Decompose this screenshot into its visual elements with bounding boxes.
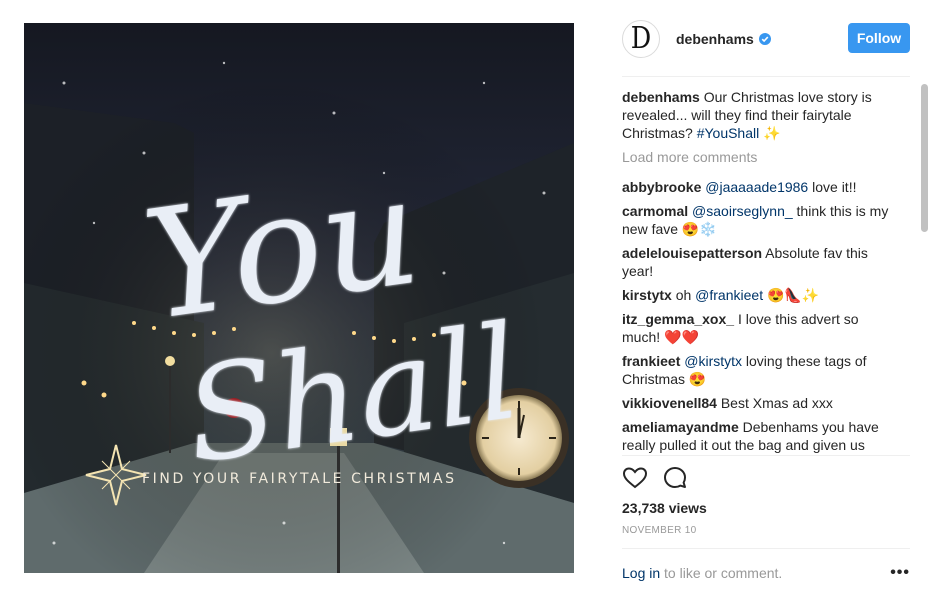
comment-username[interactable]: itz_gemma_xox_: [622, 311, 734, 327]
scrollbar-thumb[interactable]: [921, 84, 928, 232]
comment-username[interactable]: vikkiovenell84: [622, 395, 717, 411]
heart-icon[interactable]: [622, 465, 648, 491]
comments-list: debenhams Our Christmas love story is re…: [622, 88, 900, 454]
comment-username[interactable]: carmomal: [622, 203, 688, 219]
caption-emoji: ✨: [763, 125, 781, 141]
post-sidebar: D debenhams Follow debenhams Our Christm…: [574, 0, 934, 596]
comment: abbybrooke @jaaaaade1986 love it!!: [622, 178, 900, 196]
caption-hashtag[interactable]: #YouShall: [697, 125, 760, 141]
follow-button[interactable]: Follow: [848, 23, 910, 53]
username[interactable]: debenhams: [676, 31, 754, 47]
comment: itz_gemma_xox_ I love this advert so muc…: [622, 310, 900, 346]
avatar-letter: D: [630, 20, 652, 56]
comment-text: 😍👠✨: [766, 287, 820, 303]
post-header: D debenhams Follow: [622, 17, 910, 60]
actions-divider: [622, 455, 910, 456]
comment: carmomal @saoirseglynn_ think this is my…: [622, 202, 900, 238]
comment-mention[interactable]: @kirstytx: [684, 353, 742, 369]
comment-text: Best Xmas ad xxx: [720, 395, 833, 411]
comment-username[interactable]: frankieet: [622, 353, 680, 369]
avatar[interactable]: D: [622, 19, 660, 58]
comment: kirstytx oh @frankieet 😍👠✨: [622, 286, 900, 304]
comment-mention[interactable]: @saoirseglynn_: [692, 203, 793, 219]
load-more-comments[interactable]: Load more comments: [622, 148, 900, 166]
view-count: 23,738 views: [622, 500, 707, 516]
footer-divider: [622, 548, 910, 549]
login-link[interactable]: Log in: [622, 565, 660, 581]
comment: ameliamayandme Debenhams you have really…: [622, 418, 900, 454]
verified-badge-icon: [758, 32, 771, 45]
caption-username[interactable]: debenhams: [622, 89, 700, 105]
comments-scrollbar[interactable]: [921, 80, 929, 454]
caption: debenhams Our Christmas love story is re…: [622, 88, 900, 142]
comment-username[interactable]: adelelouisepatterson: [622, 245, 762, 261]
comment-text: love it!!: [812, 179, 857, 195]
post-image[interactable]: You Shall FIND YOUR FAIRYTALE CHRISTMAS: [24, 23, 574, 573]
action-bar: [622, 464, 702, 492]
login-prompt-text: to like or comment.: [660, 565, 783, 581]
more-options-icon[interactable]: •••: [890, 564, 910, 582]
comment-pretext: oh: [675, 287, 692, 303]
header-divider: [622, 76, 910, 77]
comment: vikkiovenell84 Best Xmas ad xxx: [622, 394, 900, 412]
image-tagline: FIND YOUR FAIRYTALE CHRISTMAS: [142, 471, 457, 487]
comment-mention[interactable]: @jaaaaade1986: [705, 179, 808, 195]
login-prompt: Log in to like or comment.: [622, 565, 910, 581]
comment-username[interactable]: ameliamayandme: [622, 419, 739, 435]
post-date: NOVEMBER 10: [622, 525, 697, 536]
comment: frankieet @kirstytx loving these tags of…: [622, 352, 900, 388]
comment: adelelouisepatterson Absolute fav this y…: [622, 244, 900, 280]
comment-username[interactable]: abbybrooke: [622, 179, 701, 195]
comment-username[interactable]: kirstytx: [622, 287, 672, 303]
comment-mention[interactable]: @frankieet: [695, 287, 763, 303]
comment-icon[interactable]: [662, 465, 688, 491]
post-image-artwork: You Shall FIND YOUR FAIRYTALE CHRISTMAS: [24, 23, 574, 573]
